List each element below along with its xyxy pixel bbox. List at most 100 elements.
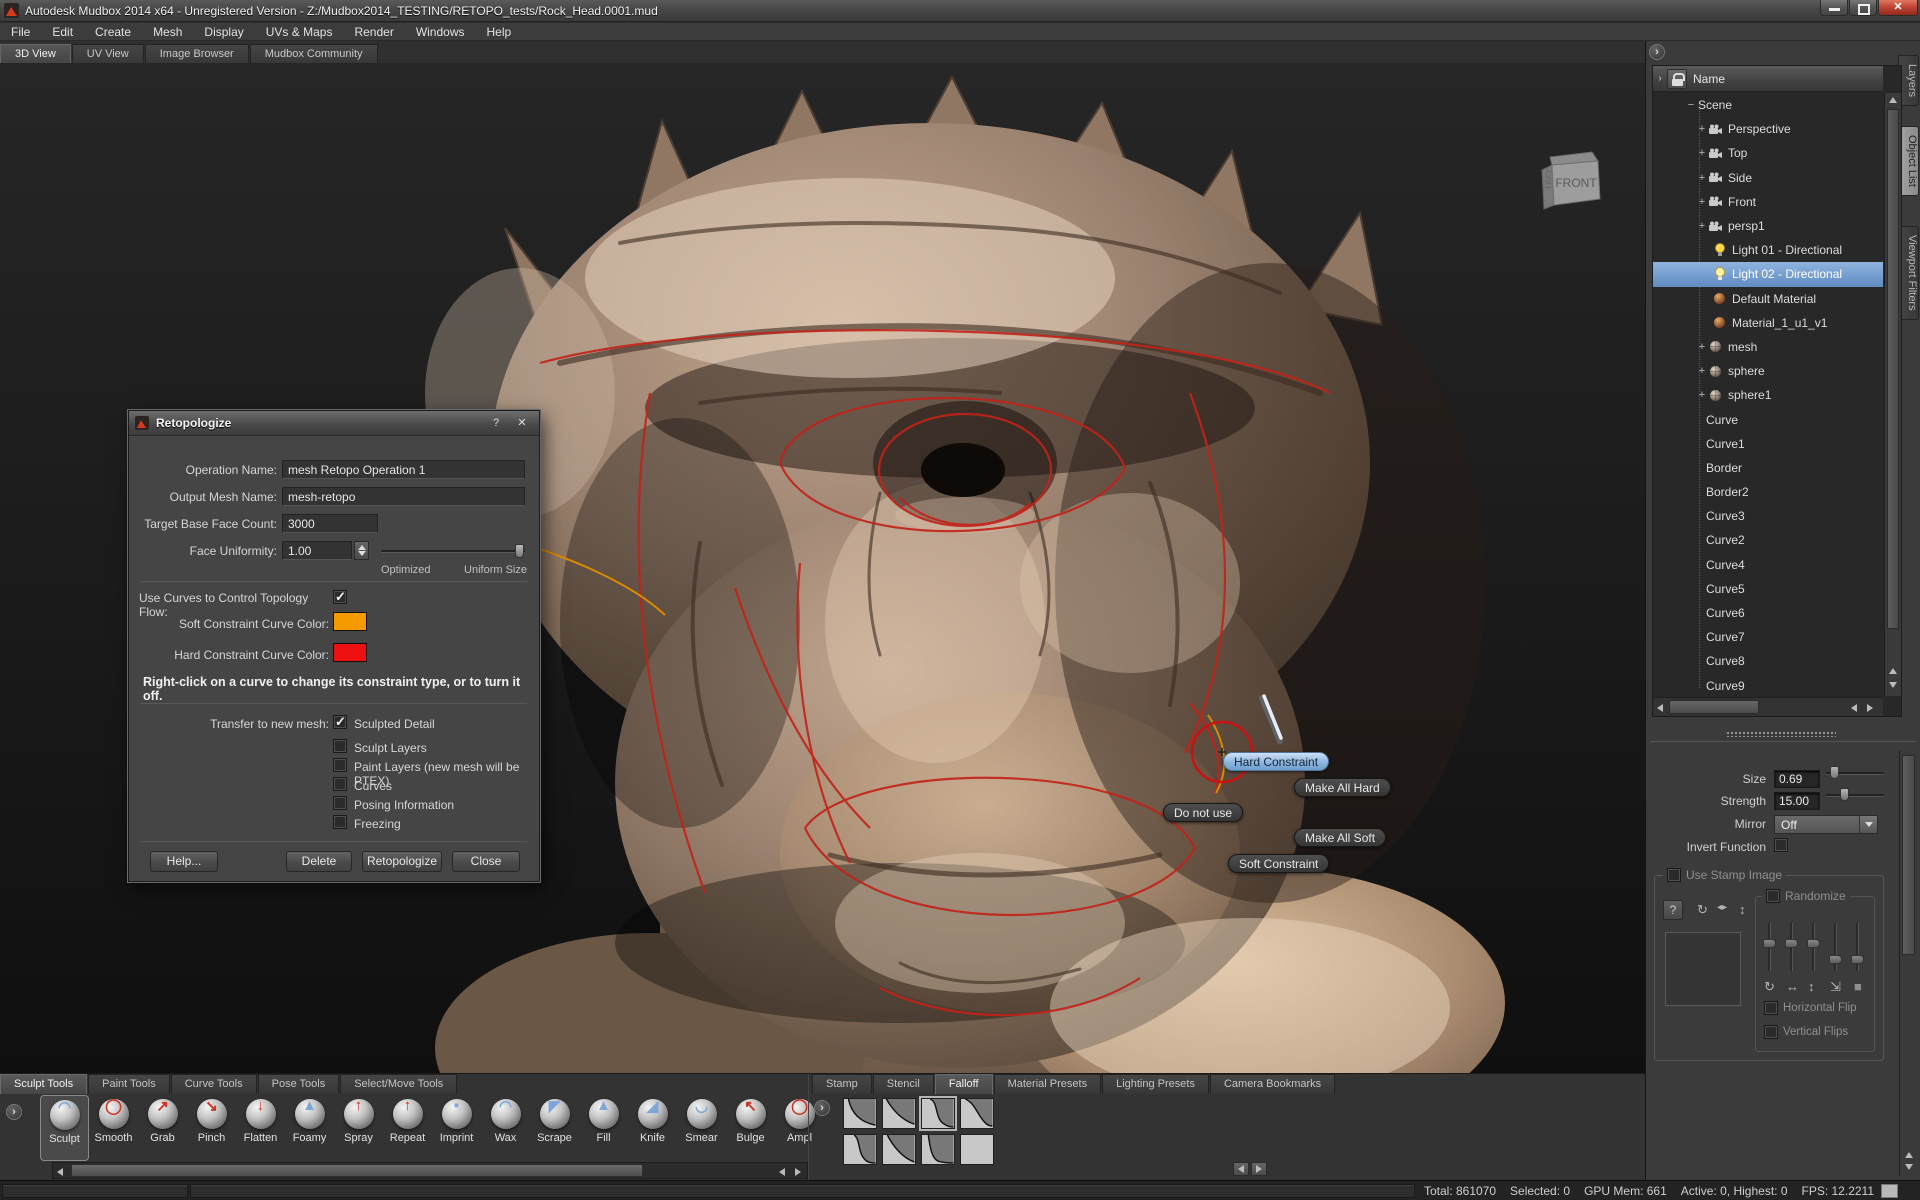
tool-spray[interactable]: ↑Spray [334,1095,383,1161]
tab-falloff[interactable]: Falloff [935,1074,993,1094]
tab-stamp[interactable]: Stamp [812,1074,872,1094]
tab-lighting-presets[interactable]: Lighting Presets [1102,1074,1209,1094]
tree-item-curve9[interactable]: Curve9 [1653,674,1883,697]
tools-collapse-chevron[interactable]: › [6,1104,22,1120]
tree-item-curve7[interactable]: Curve7 [1653,625,1883,649]
falloff-preset-6[interactable] [921,1134,955,1165]
tab-sculpt-tools[interactable]: Sculpt Tools [0,1074,87,1094]
size-slider[interactable] [1826,772,1884,775]
menu-render[interactable]: Render [343,25,404,39]
tree-item-sphere1[interactable]: + sphere1 [1653,383,1883,407]
randomize-rotate-icon[interactable]: ↻ [1764,979,1775,995]
strength-field[interactable]: 15.00 [1774,792,1820,810]
transfer-sculpted-detail-checkbox[interactable] [333,715,347,729]
randomize-square-icon[interactable]: ■ [1854,979,1862,994]
tab-image-browser[interactable]: Image Browser [145,44,249,63]
menu-file[interactable]: File [0,25,41,39]
tray-scroll-right[interactable] [1251,1162,1267,1176]
face-count-input[interactable]: 3000 [282,514,378,533]
tab-material-presets[interactable]: Material Presets [994,1074,1101,1094]
tree-item-curve8[interactable]: Curve8 [1653,649,1883,673]
falloff-preset-5[interactable] [882,1134,916,1165]
tree-item-top[interactable]: + Top [1653,141,1883,165]
stamp-flip-horizontal-icon[interactable]: ◂▸ [1717,902,1727,913]
stamp-help-button[interactable]: ? [1663,900,1683,920]
soft-constraint-color-swatch[interactable] [333,612,367,631]
invert-function-checkbox[interactable] [1774,838,1788,852]
tree-item-border2[interactable]: Border2 [1653,480,1883,504]
tree-horizontal-scrollbar[interactable] [1653,697,1883,716]
menu-edit[interactable]: Edit [41,25,84,39]
tool-smooth[interactable]: ◯Smooth [89,1095,138,1161]
falloff-preset-4[interactable] [843,1134,877,1165]
size-slider-handle[interactable] [1830,766,1839,779]
tab-mudbox-community[interactable]: Mudbox Community [250,44,378,63]
tree-item-curve1[interactable]: Curve1 [1653,432,1883,456]
tree-item-border[interactable]: Border [1653,456,1883,480]
minimize-button[interactable] [1820,0,1848,16]
tool-smear[interactable]: ◡Smear [677,1095,726,1161]
view-cube-front-label[interactable]: FRONT [1555,176,1597,190]
tab-camera-bookmarks[interactable]: Camera Bookmarks [1210,1074,1335,1094]
tab-3d-view[interactable]: 3D View [0,44,71,63]
tool-flatten[interactable]: ↓Flatten [236,1095,285,1161]
randomize-slider-2[interactable] [1790,923,1793,971]
face-uniformity-stepper[interactable] [354,541,369,560]
tree-item-curve2[interactable]: Curve2 [1653,528,1883,552]
context-hard-constraint[interactable]: Hard Constraint [1223,752,1329,771]
tab-pose-tools[interactable]: Pose Tools [258,1074,340,1094]
face-uniformity-slider-handle[interactable] [515,544,524,558]
tab-select-move-tools[interactable]: Select/Move Tools [340,1074,457,1094]
lock-icon[interactable] [1667,69,1687,89]
tree-item-curve3[interactable]: Curve3 [1653,504,1883,528]
tab-curve-tools[interactable]: Curve Tools [171,1074,257,1094]
tool-wax[interactable]: ◠Wax [481,1095,530,1161]
close-dialog-button[interactable]: Close [452,851,520,872]
context-soft-constraint[interactable]: Soft Constraint [1228,854,1329,873]
face-uniformity-input[interactable]: 1.00 [282,541,352,560]
stamp-rotate-icon[interactable]: ↻ [1697,902,1708,918]
transfer-paint-layers-checkbox[interactable] [333,758,347,772]
restore-button[interactable] [1849,0,1877,16]
menu-create[interactable]: Create [84,25,142,39]
transfer-posing-checkbox[interactable] [333,796,347,810]
tab-paint-tools[interactable]: Paint Tools [88,1074,170,1094]
falloff-preset-0[interactable] [843,1098,877,1129]
tab-stencil[interactable]: Stencil [873,1074,934,1094]
tree-item-curve5[interactable]: Curve5 [1653,577,1883,601]
menu-mesh[interactable]: Mesh [142,25,193,39]
tree-item-curve6[interactable]: Curve6 [1653,601,1883,625]
menu-windows[interactable]: Windows [405,25,476,39]
falloff-preset-3[interactable] [960,1098,994,1129]
tool-pinch[interactable]: ↘Pinch [187,1095,236,1161]
tool-fill[interactable]: ▲Fill [579,1095,628,1161]
tree-item-material-1-u1-v1[interactable]: Material_1_u1_v1 [1653,311,1883,335]
context-make-all-hard[interactable]: Make All Hard [1294,778,1391,797]
context-do-not-use[interactable]: Do not use [1163,803,1243,822]
tree-vertical-scrollbar[interactable] [1884,93,1901,696]
transfer-sculpt-layers-checkbox[interactable] [333,739,347,753]
menu-uvs-maps[interactable]: UVs & Maps [255,25,344,39]
menu-display[interactable]: Display [193,25,254,39]
tree-item-scene[interactable]: − Scene [1653,93,1883,117]
tree-item-persp1[interactable]: + persp1 [1653,214,1883,238]
use-stamp-image-checkbox[interactable] [1667,868,1681,882]
tools-horizontal-scrollbar[interactable] [52,1162,808,1179]
tree-item-light-02-selected[interactable]: Light 02 - Directional [1653,262,1883,286]
use-curves-checkbox[interactable] [333,590,347,604]
retopologize-button[interactable]: Retopologize [362,851,442,872]
randomize-scale-icon[interactable]: ⇲ [1830,979,1841,995]
vertical-flips-checkbox[interactable] [1764,1025,1778,1039]
dialog-close-button[interactable]: ✕ [513,415,531,432]
randomize-slider-1[interactable] [1768,923,1771,971]
tab-uv-view[interactable]: UV View [72,44,144,63]
tool-bulge[interactable]: ↖Bulge [726,1095,775,1161]
transfer-freezing-checkbox[interactable] [333,815,347,829]
help-button[interactable]: Help... [150,851,218,872]
tree-item-sphere[interactable]: + sphere [1653,359,1883,383]
panel-resize-handle[interactable] [1726,731,1836,737]
properties-scrollbar[interactable] [1899,751,1917,1176]
falloff-preset-1[interactable] [882,1098,916,1129]
strength-slider[interactable] [1826,794,1884,797]
strength-slider-handle[interactable] [1840,788,1849,801]
